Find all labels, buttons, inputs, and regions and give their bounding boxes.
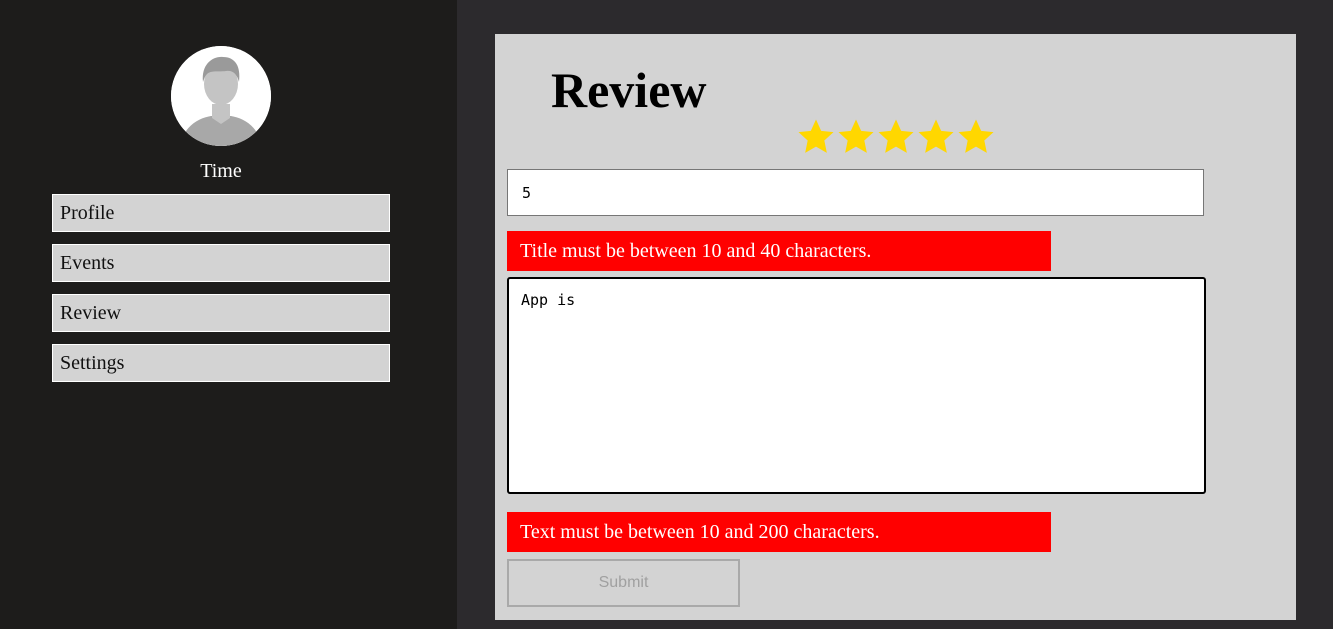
star-icon[interactable] bbox=[916, 117, 956, 157]
star-icon[interactable] bbox=[876, 117, 916, 157]
star-rating bbox=[796, 117, 996, 157]
review-form: Review Title must be between 10 and 40 c… bbox=[495, 34, 1296, 620]
sidebar-item-label: Settings bbox=[60, 352, 125, 374]
sidebar-item-label: Events bbox=[60, 252, 115, 274]
sidebar: Time Profile Events Review Settings bbox=[0, 0, 457, 629]
star-icon[interactable] bbox=[836, 117, 876, 157]
sidebar-item-label: Profile bbox=[60, 202, 115, 224]
sidebar-item-label: Review bbox=[60, 302, 122, 324]
title-error-message: Title must be between 10 and 40 characte… bbox=[507, 231, 1051, 271]
submit-button[interactable]: Submit bbox=[507, 559, 740, 607]
review-text-area[interactable]: App is bbox=[507, 277, 1206, 494]
avatar bbox=[171, 46, 271, 146]
page-title: Review bbox=[551, 62, 707, 118]
text-error-message: Text must be between 10 and 200 characte… bbox=[507, 512, 1051, 552]
sidebar-item-review[interactable]: Review bbox=[52, 294, 390, 332]
star-icon[interactable] bbox=[956, 117, 996, 157]
user-avatar-icon bbox=[171, 46, 271, 146]
sidebar-item-profile[interactable]: Profile bbox=[52, 194, 390, 232]
username: Time bbox=[200, 160, 242, 182]
title-input[interactable] bbox=[507, 169, 1204, 216]
star-icon[interactable] bbox=[796, 117, 836, 157]
sidebar-item-settings[interactable]: Settings bbox=[52, 344, 390, 382]
sidebar-item-events[interactable]: Events bbox=[52, 244, 390, 282]
